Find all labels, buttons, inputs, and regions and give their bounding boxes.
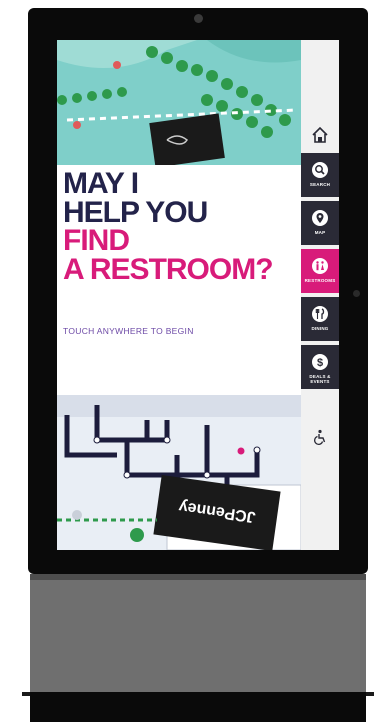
touch-screen[interactable]: MAY I HELP YOU FIND A RESTROOM? TOUCH AN… bbox=[57, 40, 339, 550]
headline-line-1: MAY I bbox=[63, 167, 139, 200]
kiosk-foot bbox=[30, 692, 366, 722]
headline-line-4: A RESTROOM? bbox=[63, 252, 274, 286]
headline-line-3: FIND bbox=[63, 224, 130, 257]
nav-map-button[interactable]: MAP bbox=[301, 201, 339, 245]
nav-restrooms-button[interactable]: RESTROOMS bbox=[301, 249, 339, 293]
nav-deals-label: DEALS & EVENTS bbox=[309, 374, 331, 384]
nav-sidebar: SEARCH MAP RESTROOMS DINING $ DEALS & EV… bbox=[301, 40, 339, 550]
nav-dining-button[interactable]: DINING bbox=[301, 297, 339, 341]
map-pin-icon bbox=[312, 210, 328, 226]
accessibility-icon[interactable] bbox=[311, 428, 329, 446]
restroom-icon bbox=[312, 258, 328, 274]
touch-prompt: TOUCH ANYWHERE TO BEGIN bbox=[63, 326, 194, 336]
nav-restrooms-label: RESTROOMS bbox=[304, 278, 336, 283]
kiosk-base-edge bbox=[30, 574, 366, 580]
dining-icon bbox=[312, 306, 328, 322]
kiosk-base bbox=[30, 574, 366, 692]
sensor-dot bbox=[353, 290, 360, 297]
map-preview-bottom: JCPenney bbox=[57, 395, 301, 550]
home-icon[interactable] bbox=[311, 126, 329, 144]
headline: MAY I HELP YOU FIND A RESTROOM? bbox=[63, 167, 274, 286]
svg-text:$: $ bbox=[317, 357, 323, 369]
search-icon bbox=[312, 162, 328, 178]
headline-line-2: HELP YOU bbox=[63, 195, 208, 229]
deals-icon: $ bbox=[312, 354, 328, 370]
nav-map-label: MAP bbox=[314, 230, 326, 235]
nav-search-label: SEARCH bbox=[309, 182, 331, 187]
map-preview-top bbox=[57, 40, 301, 165]
nav-dining-label: DINING bbox=[311, 326, 329, 331]
camera-icon bbox=[194, 14, 203, 23]
nav-deals-button[interactable]: $ DEALS & EVENTS bbox=[301, 345, 339, 389]
nav-search-button[interactable]: SEARCH bbox=[301, 153, 339, 197]
